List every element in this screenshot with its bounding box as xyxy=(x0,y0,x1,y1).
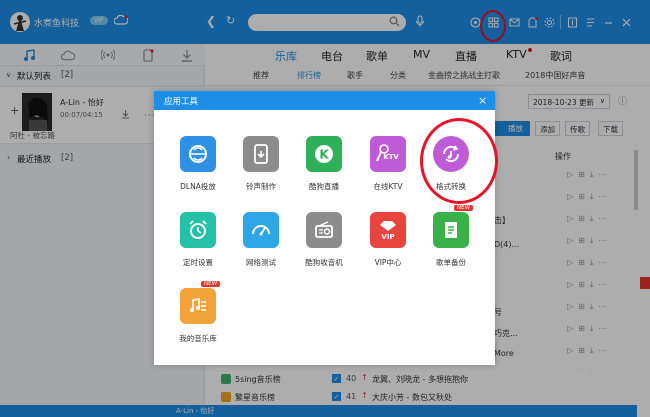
tool-label: 酷狗收音机 xyxy=(305,258,343,267)
ringtone-icon xyxy=(243,136,279,172)
new-badge: NEW xyxy=(201,281,221,287)
tool-label: 定时设置 xyxy=(183,258,213,267)
tool-ringtone[interactable]: 铃声制作 xyxy=(231,136,291,198)
tool-label: 在线KTV xyxy=(373,182,403,191)
kugou-live-icon: K xyxy=(306,136,342,172)
tool-music-library[interactable]: NEW 我的音乐库 xyxy=(168,281,228,350)
dlna-icon xyxy=(180,136,216,172)
tool-label: 酷狗直播 xyxy=(309,182,339,191)
tool-network-test[interactable]: 网络测试 xyxy=(231,212,291,274)
svg-text:KTV: KTV xyxy=(383,153,399,161)
music-library-icon xyxy=(180,288,216,324)
tool-live[interactable]: K 酷狗直播 xyxy=(294,136,354,198)
highlight-circle-format-convert xyxy=(420,118,498,204)
tool-playlist-backup[interactable]: NEW 歌单备份 xyxy=(421,205,481,274)
tool-label: DLNA投放 xyxy=(180,182,216,191)
alarm-clock-icon xyxy=(180,212,216,248)
tool-label: 铃声制作 xyxy=(246,182,276,191)
tool-label: VIP中心 xyxy=(374,258,402,267)
dialog-close-icon[interactable]: × xyxy=(478,94,487,107)
svg-text:K: K xyxy=(319,148,329,162)
backup-document-icon xyxy=(433,212,469,248)
new-badge: NEW xyxy=(454,205,474,211)
tool-vip-center[interactable]: VIP VIP中心 xyxy=(358,212,418,274)
dialog-title: 应用工具 xyxy=(164,97,199,107)
vip-diamond-icon: VIP xyxy=(370,212,406,248)
tool-radio[interactable]: 酷狗收音机 xyxy=(294,212,354,274)
tool-dlna[interactable]: DLNA投放 xyxy=(168,136,228,198)
svg-text:VIP: VIP xyxy=(381,233,394,241)
speedometer-icon xyxy=(243,212,279,248)
tool-timer[interactable]: 定时设置 xyxy=(168,212,228,274)
ktv-microphone-icon: KTV xyxy=(370,136,406,172)
radio-icon xyxy=(306,212,342,248)
tool-label: 歌单备份 xyxy=(436,258,466,267)
tool-label: 网络测试 xyxy=(246,258,276,267)
tool-label: 我的音乐库 xyxy=(179,334,217,343)
tool-ktv[interactable]: KTV 在线KTV xyxy=(358,136,418,198)
dialog-header: 应用工具 × xyxy=(154,91,495,110)
